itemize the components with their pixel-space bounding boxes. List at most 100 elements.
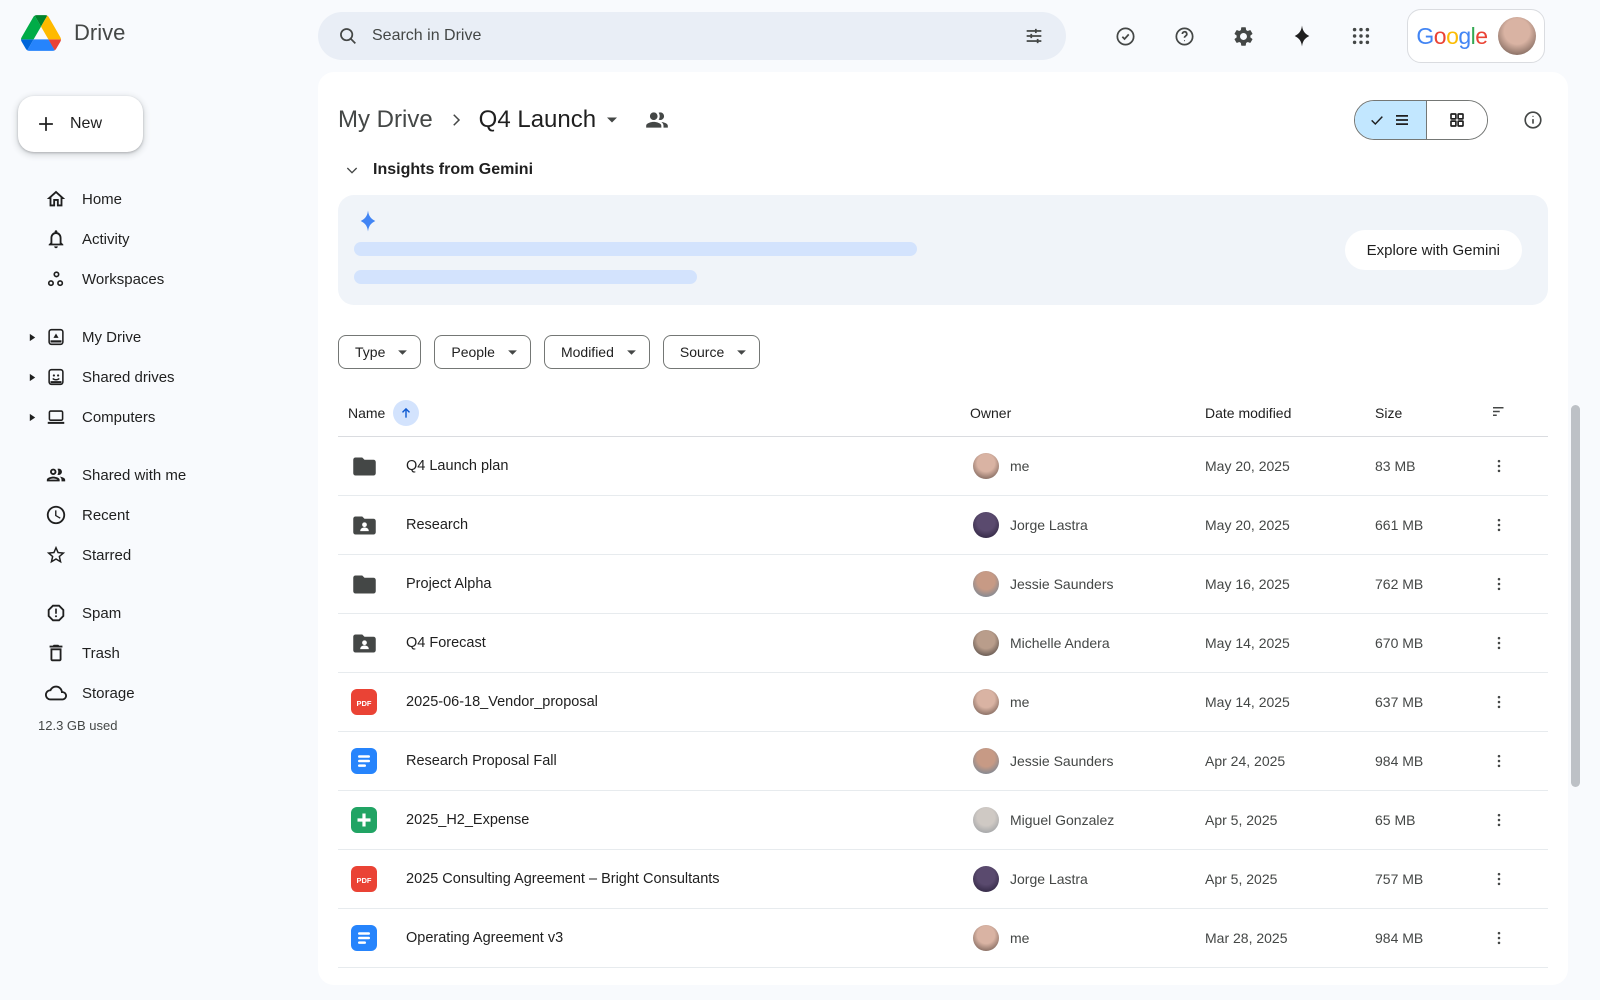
sidebar-item-trash[interactable]: Trash bbox=[0, 633, 318, 673]
column-header-name[interactable]: Name bbox=[348, 400, 419, 426]
more-options-button[interactable] bbox=[1483, 450, 1515, 482]
search-bar[interactable] bbox=[318, 12, 1066, 60]
sidebar-item-shared-with-me[interactable]: Shared with me bbox=[0, 455, 318, 495]
search-icon[interactable] bbox=[326, 14, 370, 58]
date-modified: Apr 5, 2025 bbox=[1205, 871, 1277, 887]
more-options-button[interactable] bbox=[1483, 627, 1515, 659]
date-modified: Apr 5, 2025 bbox=[1205, 812, 1277, 828]
google-logo-letter: e bbox=[1475, 23, 1487, 49]
breadcrumb-root[interactable]: My Drive bbox=[338, 106, 433, 134]
google-account-pill[interactable]: Google bbox=[1407, 9, 1545, 63]
sidebar-item-my-drive[interactable]: My Drive bbox=[0, 317, 318, 357]
explore-with-gemini-button[interactable]: Explore with Gemini bbox=[1345, 230, 1522, 270]
search-options-icon[interactable] bbox=[1012, 14, 1056, 58]
sidebar-item-spam[interactable]: Spam bbox=[0, 593, 318, 633]
vertical-scrollbar[interactable] bbox=[1571, 405, 1580, 787]
table-row[interactable]: Operating Agreement v3 me Mar 28, 2025 9… bbox=[338, 909, 1548, 968]
chevron-down-icon[interactable] bbox=[344, 162, 360, 178]
column-label: Owner bbox=[970, 405, 1011, 421]
file-name: Research bbox=[406, 517, 468, 533]
folder-icon bbox=[350, 452, 378, 480]
breadcrumb-current[interactable]: Q4 Launch bbox=[479, 106, 618, 134]
list-view-button[interactable] bbox=[1355, 101, 1426, 139]
filter-chip-source[interactable]: Source bbox=[663, 335, 760, 369]
folder-shared-people-icon bbox=[644, 107, 670, 133]
spam-icon bbox=[44, 601, 68, 625]
column-label: Date modified bbox=[1205, 405, 1291, 421]
owner-name: Miguel Gonzalez bbox=[1010, 812, 1114, 828]
sidebar-item-label: Shared with me bbox=[82, 467, 186, 484]
folder-menu-caret-icon[interactable] bbox=[606, 116, 618, 124]
more-options-button[interactable] bbox=[1483, 922, 1515, 954]
sidebar-item-home[interactable]: Home bbox=[0, 179, 318, 219]
sidebar-item-label: Trash bbox=[82, 645, 120, 662]
column-header-size[interactable]: Size bbox=[1375, 405, 1402, 421]
new-button[interactable]: New bbox=[18, 96, 143, 152]
table-row[interactable]: Q4 Launch plan me May 20, 2025 83 MB bbox=[338, 437, 1548, 496]
table-row[interactable]: PDF 2025-06-18_Vendor_proposal me May 14… bbox=[338, 673, 1548, 732]
insights-title: Insights from Gemini bbox=[373, 161, 533, 179]
sidebar-item-workspaces[interactable]: Workspaces bbox=[0, 259, 318, 299]
column-header-owner[interactable]: Owner bbox=[970, 405, 1011, 421]
table-row[interactable]: Project Alpha Jessie Saunders May 16, 20… bbox=[338, 555, 1548, 614]
sidebar-item-recent[interactable]: Recent bbox=[0, 495, 318, 535]
owner-name: Jessie Saunders bbox=[1010, 753, 1114, 769]
insights-header[interactable]: Insights from Gemini bbox=[338, 158, 1548, 182]
more-options-button[interactable] bbox=[1483, 686, 1515, 718]
doc-icon bbox=[350, 924, 378, 952]
sidebar-item-shared-drives[interactable]: Shared drives bbox=[0, 357, 318, 397]
owner-name: me bbox=[1010, 694, 1029, 710]
date-modified: Mar 28, 2025 bbox=[1205, 930, 1288, 946]
filter-chip-people[interactable]: People bbox=[434, 335, 531, 369]
settings-gear-icon[interactable] bbox=[1221, 14, 1265, 58]
table-row[interactable]: Research Jorge Lastra May 20, 2025 661 M… bbox=[338, 496, 1548, 555]
owner-name: me bbox=[1010, 458, 1029, 474]
sort-ascending-icon[interactable] bbox=[393, 400, 419, 426]
file-size: 661 MB bbox=[1375, 517, 1423, 533]
more-options-button[interactable] bbox=[1483, 745, 1515, 777]
table-row[interactable]: Q4 Forecast Michelle Andera May 14, 2025… bbox=[338, 614, 1548, 673]
expand-arrow-icon[interactable] bbox=[28, 413, 44, 422]
owner-name: me bbox=[1010, 930, 1029, 946]
sidebar-item-computers[interactable]: Computers bbox=[0, 397, 318, 437]
date-modified: May 20, 2025 bbox=[1205, 458, 1290, 474]
topbar-actions bbox=[1103, 14, 1383, 58]
details-info-icon[interactable] bbox=[1518, 105, 1548, 135]
gemini-spark-icon[interactable] bbox=[1280, 14, 1324, 58]
expand-arrow-icon[interactable] bbox=[28, 373, 44, 382]
column-header-modified[interactable]: Date modified bbox=[1205, 405, 1291, 421]
file-size: 762 MB bbox=[1375, 576, 1423, 592]
user-avatar[interactable] bbox=[1498, 17, 1536, 55]
more-options-button[interactable] bbox=[1483, 509, 1515, 541]
search-input[interactable] bbox=[370, 26, 1012, 46]
filter-chip-type[interactable]: Type bbox=[338, 335, 421, 369]
table-row[interactable]: Research Proposal Fall Jessie Saunders A… bbox=[338, 732, 1548, 791]
more-options-button[interactable] bbox=[1483, 568, 1515, 600]
filter-chip-modified[interactable]: Modified bbox=[544, 335, 650, 369]
three-dot-menu-icon bbox=[1490, 634, 1508, 652]
drive-logo[interactable]: Drive bbox=[21, 15, 125, 51]
dropdown-caret-icon bbox=[397, 349, 408, 356]
grid-icon bbox=[1448, 111, 1466, 129]
three-dot-menu-icon bbox=[1490, 693, 1508, 711]
table-row[interactable]: PDF 2025 Consulting Agreement – Bright C… bbox=[338, 850, 1548, 909]
help-icon[interactable] bbox=[1162, 14, 1206, 58]
google-logo-letter: G bbox=[1416, 23, 1433, 49]
grid-view-button[interactable] bbox=[1426, 101, 1487, 139]
doc-icon bbox=[350, 747, 378, 775]
more-options-button[interactable] bbox=[1483, 804, 1515, 836]
owner-avatar bbox=[973, 866, 999, 892]
file-size: 65 MB bbox=[1375, 812, 1415, 828]
table-row[interactable]: 2025_H2_Expense Miguel Gonzalez Apr 5, 2… bbox=[338, 791, 1548, 850]
sort-options-icon[interactable] bbox=[1490, 403, 1508, 424]
more-options-button[interactable] bbox=[1483, 863, 1515, 895]
svg-text:PDF: PDF bbox=[357, 699, 372, 708]
shared-drives-icon bbox=[44, 365, 68, 389]
sidebar-item-activity[interactable]: Activity bbox=[0, 219, 318, 259]
apps-grid-icon[interactable] bbox=[1339, 14, 1383, 58]
sidebar-item-storage[interactable]: Storage bbox=[0, 673, 318, 713]
three-dot-menu-icon bbox=[1490, 870, 1508, 888]
approvals-check-circle-icon[interactable] bbox=[1103, 14, 1147, 58]
expand-arrow-icon[interactable] bbox=[28, 333, 44, 342]
sidebar-item-starred[interactable]: Starred bbox=[0, 535, 318, 575]
